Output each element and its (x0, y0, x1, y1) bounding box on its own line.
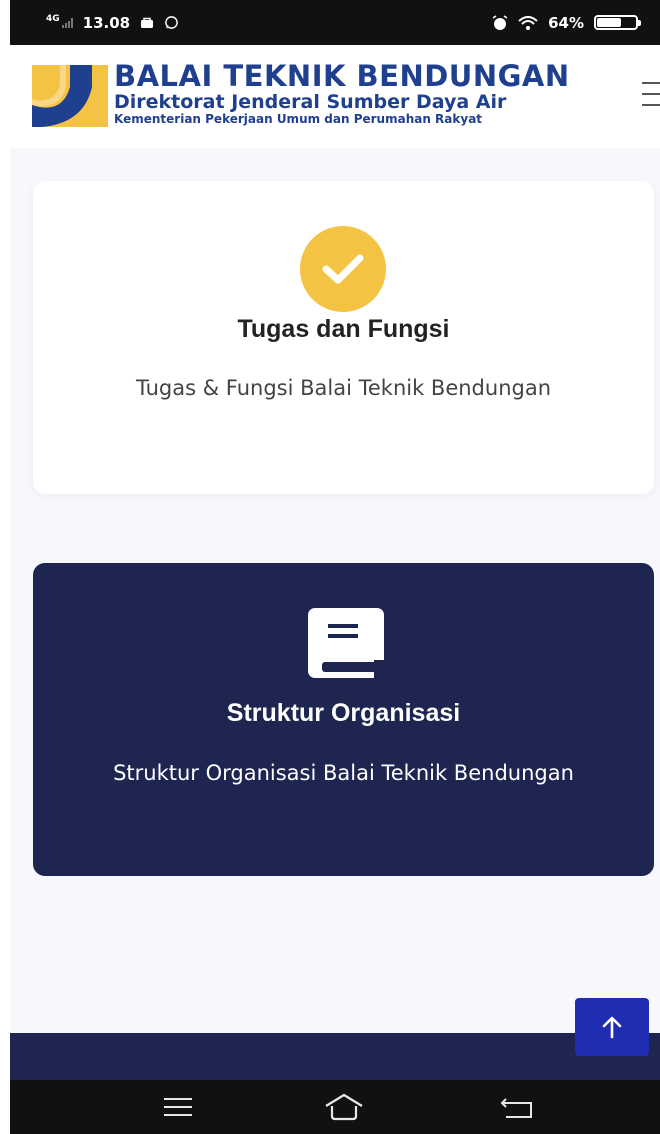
alarm-icon (492, 14, 508, 30)
home-icon[interactable] (324, 1090, 364, 1124)
system-navigation-bar (10, 1080, 660, 1134)
card-description: Tugas & Fungsi Balai Teknik Bendungan (135, 376, 552, 400)
site-footer (10, 1033, 660, 1080)
notification-bag-icon (141, 17, 154, 28)
arrow-up-icon (602, 1016, 622, 1039)
card-title: Tugas dan Fungsi (237, 315, 450, 343)
back-icon[interactable] (497, 1090, 537, 1124)
battery-fill (597, 18, 622, 27)
menu-icon[interactable] (158, 1090, 198, 1124)
site-title[interactable]: BALAI TEKNIK BENDUNGAN (114, 61, 570, 91)
wifi-icon (518, 15, 538, 30)
menu-toggle-button[interactable] (642, 82, 660, 106)
card-tugas-fungsi[interactable]: Tugas dan Fungsi Tugas & Fungsi Balai Te… (33, 181, 654, 494)
card-description: Struktur Organisasi Balai Teknik Bendung… (113, 761, 574, 785)
card-title: Struktur Organisasi (226, 699, 461, 727)
clock-time: 13.08 (82, 13, 131, 32)
book-icon (308, 608, 384, 678)
ministry-name: Kementerian Pekerjaan Umum dan Perumahan… (114, 112, 483, 126)
pupr-logo[interactable] (32, 65, 108, 127)
back-to-top-button[interactable] (575, 998, 649, 1056)
site-subtitle: Direktorat Jenderal Sumber Daya Air (114, 91, 507, 113)
battery-icon (594, 15, 641, 30)
signal-icon (61, 17, 73, 28)
status-bar: 4G 13.08 64% (10, 0, 660, 45)
check-circle-icon (300, 226, 386, 312)
site-header: BALAI TEKNIK BENDUNGAN Direktorat Jender… (10, 45, 660, 148)
phone-screen: 4G 13.08 64% BALAI TEKNIK BENDUNGAN Dire… (10, 0, 660, 1134)
network-type: 4G (46, 13, 60, 24)
battery-percentage: 64% (548, 13, 584, 32)
whatsapp-icon (165, 16, 178, 29)
card-struktur-organisasi[interactable]: Struktur Organisasi Struktur Organisasi … (33, 563, 654, 876)
